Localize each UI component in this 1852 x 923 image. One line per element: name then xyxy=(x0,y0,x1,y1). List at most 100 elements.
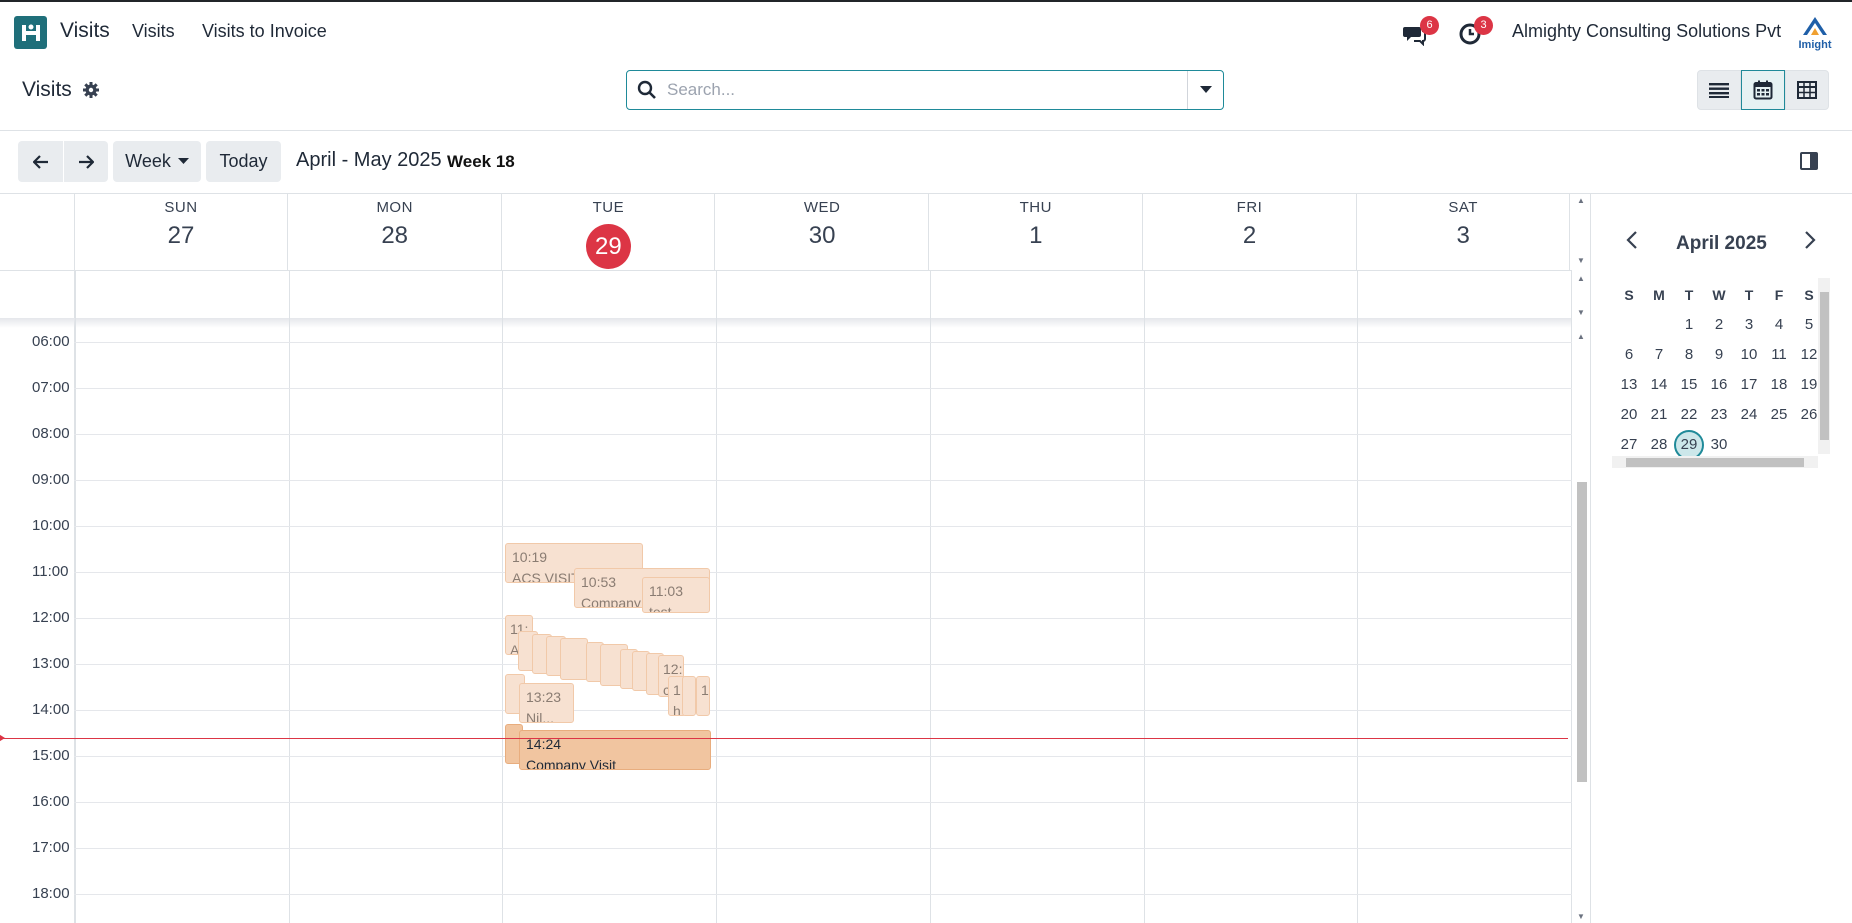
day-header[interactable]: THU 1 xyxy=(930,194,1143,270)
mini-day[interactable]: 1 xyxy=(1674,310,1704,340)
list-icon xyxy=(1709,83,1729,98)
week-number: Week 18 xyxy=(447,152,515,171)
event-card-active[interactable]: 14:24 Company Visit xyxy=(519,730,711,770)
mini-day[interactable]: 8 xyxy=(1674,340,1704,370)
day-header[interactable]: SUN 27 xyxy=(75,194,288,270)
mini-weekday-label: M xyxy=(1653,287,1665,303)
scroll-up-arrow[interactable]: ▲ xyxy=(1577,196,1585,205)
mini-day[interactable]: 21 xyxy=(1644,400,1674,430)
hour-label: 14:00 xyxy=(32,701,70,718)
scale-dropdown[interactable]: Week xyxy=(113,141,201,182)
mini-day[interactable]: 14 xyxy=(1644,370,1674,400)
mini-day[interactable]: 20 xyxy=(1614,400,1644,430)
mini-day[interactable]: 22 xyxy=(1674,400,1704,430)
day-header[interactable]: SAT 3 xyxy=(1357,194,1571,270)
hour-gridline xyxy=(74,388,1572,389)
mini-day[interactable]: 4 xyxy=(1764,310,1794,340)
menu-visits-to-invoice[interactable]: Visits to Invoice xyxy=(202,21,327,42)
day-column-border xyxy=(1570,270,1572,923)
mini-day[interactable]: 7 xyxy=(1644,340,1674,370)
event-card[interactable]: 13:23 Nil... xyxy=(519,683,574,723)
user-avatar[interactable]: Imight xyxy=(1797,16,1833,51)
mini-day[interactable]: 11 xyxy=(1764,340,1794,370)
event-card[interactable]: 1 xyxy=(696,676,710,716)
day-column-border xyxy=(1357,270,1359,923)
scroll-down-arrow[interactable]: ▼ xyxy=(1577,308,1585,317)
today-button[interactable]: Today xyxy=(206,141,281,182)
scale-label: Week xyxy=(125,151,171,171)
mini-day[interactable]: 10 xyxy=(1734,340,1764,370)
hour-label: 16:00 xyxy=(32,793,70,810)
brand-logo-icon xyxy=(1803,17,1827,35)
arrow-left-icon xyxy=(32,154,48,169)
mini-day[interactable]: 17 xyxy=(1734,370,1764,400)
day-header[interactable]: MON 28 xyxy=(289,194,502,270)
hour-label: 12:00 xyxy=(32,609,70,626)
day-number: 3 xyxy=(1456,222,1470,249)
gear-icon[interactable] xyxy=(82,81,100,99)
hour-gridline xyxy=(74,480,1572,481)
scroll-up-arrow[interactable]: ▲ xyxy=(1577,332,1585,341)
mini-day[interactable]: 9 xyxy=(1704,340,1734,370)
scroll-down-arrow[interactable]: ▼ xyxy=(1577,912,1585,921)
activities-button[interactable]: 3 xyxy=(1458,16,1493,51)
sidebar-toggle-icon[interactable] xyxy=(1800,152,1818,170)
day-header[interactable]: TUE 29 xyxy=(502,194,716,270)
hour-gridline xyxy=(74,664,1572,665)
calendar-scrollbar-thumb[interactable] xyxy=(1577,482,1587,782)
scroll-down-arrow[interactable]: ▼ xyxy=(1577,256,1585,265)
all-day-row[interactable] xyxy=(0,270,1572,318)
mini-day[interactable]: 16 xyxy=(1704,370,1734,400)
search-options-toggle[interactable] xyxy=(1187,71,1223,109)
day-name: SAT xyxy=(1448,199,1478,216)
mini-day[interactable]: 18 xyxy=(1764,370,1794,400)
mini-day[interactable]: 15 xyxy=(1674,370,1704,400)
search-input[interactable] xyxy=(667,72,1167,108)
mini-day[interactable]: 23 xyxy=(1704,400,1734,430)
search-bar xyxy=(626,70,1224,110)
mini-calendar-title: April 2025 xyxy=(1676,233,1767,254)
previous-button[interactable] xyxy=(18,141,63,182)
event-card[interactable] xyxy=(560,638,588,680)
next-button[interactable] xyxy=(63,141,108,182)
list-view-button[interactable] xyxy=(1697,70,1741,110)
hour-gridline xyxy=(74,848,1572,849)
menu-visits[interactable]: Visits xyxy=(132,21,175,42)
company-switcher[interactable]: Almighty Consulting Solutions Pvt xyxy=(1512,21,1781,42)
mini-calendar-vscroll-thumb[interactable] xyxy=(1820,292,1829,440)
mini-calendar-hscroll-thumb[interactable] xyxy=(1626,458,1804,467)
event-time: 10:19 xyxy=(512,549,548,565)
mini-day[interactable]: 6 xyxy=(1614,340,1644,370)
messages-button[interactable]: 6 xyxy=(1402,16,1439,51)
pivot-view-button[interactable] xyxy=(1785,70,1829,110)
event-title: Nil... xyxy=(526,710,554,723)
week-calendar: SUN 27 MON 28 TUE 29 WED 30 THU 1 FRI 2 SAT 3 06:00 07… xyxy=(0,194,1590,923)
event-title: Company Visit xyxy=(526,757,617,770)
caret-down-icon xyxy=(1199,86,1212,93)
hour-label: 10:00 xyxy=(32,517,70,534)
calendar-view-button[interactable] xyxy=(1741,70,1785,110)
event-card[interactable] xyxy=(682,676,696,716)
scroll-up-arrow[interactable]: ▲ xyxy=(1577,274,1585,283)
mini-day[interactable]: 13 xyxy=(1614,370,1644,400)
mini-day[interactable]: 25 xyxy=(1764,400,1794,430)
hour-gridline xyxy=(74,572,1572,573)
app-logo-icon[interactable] xyxy=(14,16,47,49)
day-name: TUE xyxy=(592,199,625,216)
mini-day[interactable]: 24 xyxy=(1734,400,1764,430)
day-name: SUN xyxy=(164,199,198,216)
current-time-line xyxy=(0,738,1568,739)
day-number: 28 xyxy=(381,222,409,249)
mini-day[interactable]: 3 xyxy=(1734,310,1764,340)
mini-prev-month[interactable] xyxy=(1626,230,1638,256)
app-name[interactable]: Visits xyxy=(60,19,110,43)
event-card[interactable]: 11:03 test xyxy=(642,577,710,613)
mini-weekday-label: F xyxy=(1774,287,1784,303)
hour-label: 11:00 xyxy=(32,563,69,580)
mini-day[interactable]: 2 xyxy=(1704,310,1734,340)
day-name: THU xyxy=(1019,199,1052,216)
caret-down-icon xyxy=(177,158,189,164)
day-header[interactable]: WED 30 xyxy=(716,194,930,270)
day-header[interactable]: FRI 2 xyxy=(1144,194,1357,270)
mini-next-month[interactable] xyxy=(1804,230,1816,256)
